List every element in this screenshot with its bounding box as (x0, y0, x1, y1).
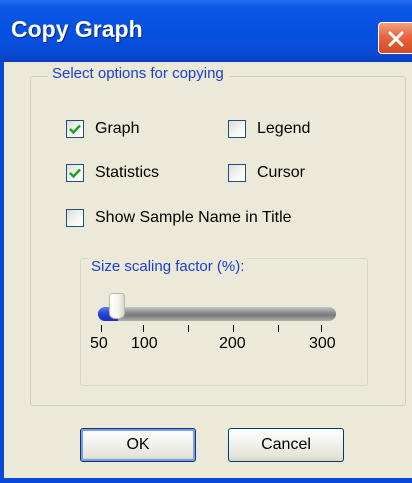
check-icon (69, 124, 81, 135)
graph-label: Graph (95, 120, 140, 137)
statistics-label: Statistics (95, 164, 160, 181)
title-bar[interactable]: Copy Graph (0, 0, 412, 62)
statistics-checkbox-box[interactable] (66, 164, 84, 182)
slider-tick (233, 325, 234, 332)
scaling-group (80, 258, 368, 386)
dialog-body: Select options for copying Graph Legend … (4, 62, 412, 480)
scaling-slider-track[interactable] (98, 307, 336, 321)
window-title: Copy Graph (11, 16, 143, 42)
cursor-checkbox[interactable]: Cursor (228, 164, 305, 182)
scaling-label: Size scaling factor (%): (88, 258, 248, 275)
tick-label-100: 100 (131, 335, 158, 352)
legend-label: Legend (257, 120, 311, 137)
group-label: Select options for copying (48, 65, 229, 82)
window-bottom-border (0, 478, 412, 483)
tick-label-300: 300 (309, 335, 336, 352)
legend-checkbox[interactable]: Legend (228, 120, 310, 138)
graph-checkbox-box[interactable] (66, 120, 84, 138)
tick-label-200: 200 (219, 335, 246, 352)
cursor-checkbox-box[interactable] (228, 164, 246, 182)
show-sample-name-checkbox-box[interactable] (66, 209, 84, 227)
slider-tick (143, 325, 144, 332)
close-icon (388, 31, 404, 47)
cancel-button[interactable]: Cancel (228, 428, 344, 462)
slider-tick (321, 325, 322, 332)
graph-checkbox[interactable]: Graph (66, 120, 139, 138)
legend-checkbox-box[interactable] (228, 120, 246, 138)
cursor-label: Cursor (257, 164, 306, 181)
ok-button[interactable]: OK (80, 428, 196, 462)
slider-tick (101, 325, 102, 332)
slider-tick (278, 325, 279, 332)
copy-graph-dialog: Copy Graph Select options for copying Gr… (0, 0, 412, 483)
slider-tick (188, 325, 189, 332)
statistics-checkbox[interactable]: Statistics (66, 164, 159, 182)
check-icon (69, 168, 81, 179)
show-sample-name-checkbox[interactable]: Show Sample Name in Title (66, 209, 292, 227)
scaling-slider-thumb[interactable] (109, 293, 125, 319)
show-sample-name-label: Show Sample Name in Title (95, 209, 292, 226)
tick-label-50: 50 (90, 335, 108, 352)
close-button[interactable] (378, 22, 412, 54)
